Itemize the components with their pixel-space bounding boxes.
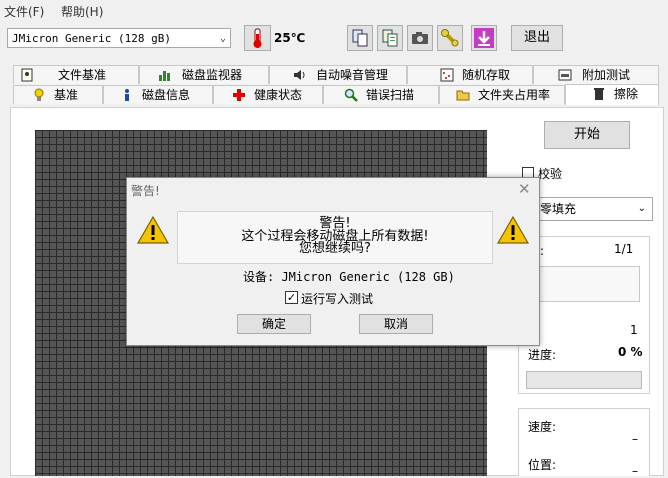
tab-disk-monitor[interactable]: 磁盘监视器 xyxy=(139,65,269,84)
temperature-readout: 25℃ xyxy=(274,31,306,45)
cancel-button[interactable]: 取消 xyxy=(359,314,433,334)
dialog-question: 您想继续吗? xyxy=(299,241,371,256)
chevron-down-icon: ⌄ xyxy=(219,33,226,44)
copy-icon xyxy=(352,29,368,47)
drive-select[interactable]: JMicron Generic (128 gB) ⌄ xyxy=(7,28,231,48)
chevron-down-icon: ⌄ xyxy=(637,203,646,214)
pass-slider[interactable] xyxy=(526,266,640,302)
write-test-label: 运行写入测试 xyxy=(301,292,374,306)
lightbulb-icon xyxy=(34,88,44,101)
ok-button[interactable]: 确定 xyxy=(237,314,311,334)
fill-mode-value: 零填充 xyxy=(540,202,577,216)
tab-label: 基准 xyxy=(54,88,79,102)
close-icon[interactable]: ✕ xyxy=(518,180,531,198)
start-button[interactable]: 开始 xyxy=(544,121,630,149)
download-icon xyxy=(474,28,494,48)
trash-icon xyxy=(594,88,604,100)
tab-erase[interactable]: 擦除 xyxy=(565,84,659,105)
file-benchmark-icon xyxy=(21,68,33,82)
tab-label: 自动噪音管理 xyxy=(316,68,389,82)
position-label: 位置: xyxy=(528,458,557,472)
write-test-checkbox[interactable]: ✓ xyxy=(285,291,298,304)
tab-benchmark[interactable]: 基准 xyxy=(13,85,103,104)
count-value: 1 xyxy=(630,323,638,337)
drive-select-value: JMicron Generic (128 gB) xyxy=(12,32,171,45)
tab-label: 文件基准 xyxy=(58,68,107,82)
exit-button[interactable]: 退出 xyxy=(511,25,563,51)
verify-label: 校验 xyxy=(538,167,563,181)
warning-icon xyxy=(136,215,170,244)
progress-bar xyxy=(526,371,642,389)
fill-mode-select[interactable]: 零填充 ⌄ xyxy=(525,197,653,221)
dialog-title: 警告! xyxy=(131,184,160,198)
tab-label: 文件夹占用率 xyxy=(478,88,551,102)
wrench-icon xyxy=(441,29,459,47)
tab-label: 附加测试 xyxy=(582,68,631,82)
tab-aam[interactable]: 自动噪音管理 xyxy=(269,65,407,84)
copy-info-button[interactable] xyxy=(377,25,403,51)
magnifier-icon xyxy=(344,88,358,102)
screenshot-button[interactable] xyxy=(407,25,433,51)
tab-extra-tests[interactable]: 附加测试 xyxy=(533,65,659,84)
copy-info-icon xyxy=(382,29,398,47)
tab-label: 磁盘信息 xyxy=(142,88,191,102)
warning-icon xyxy=(496,215,530,244)
checkmark-icon: ✓ xyxy=(286,291,297,304)
thermometer-icon xyxy=(253,28,262,48)
speaker-icon xyxy=(294,70,305,80)
pass-value: 1/1 xyxy=(614,242,634,256)
menu-bar: 文件(F) 帮助(H) xyxy=(0,0,668,22)
folder-icon xyxy=(456,90,470,101)
tab-label: 错误扫描 xyxy=(366,88,415,102)
menu-help[interactable]: 帮助(H) xyxy=(61,3,103,20)
speed-value: – xyxy=(632,432,638,446)
random-access-icon xyxy=(440,68,454,82)
bar-chart-icon xyxy=(159,71,170,81)
tab-folder-usage[interactable]: 文件夹占用率 xyxy=(439,85,565,104)
thermometer-button[interactable] xyxy=(244,25,271,51)
extra-tests-icon xyxy=(558,69,572,81)
progress-value: 0 % xyxy=(618,345,643,359)
info-icon xyxy=(125,89,129,101)
tab-label: 擦除 xyxy=(614,87,639,101)
tab-error-scan[interactable]: 错误扫描 xyxy=(323,85,439,104)
tab-label: 健康状态 xyxy=(254,88,303,102)
tab-file-benchmark[interactable]: 文件基准 xyxy=(13,65,139,84)
camera-icon xyxy=(412,32,428,44)
progress-label: 进度: xyxy=(528,348,557,362)
save-button[interactable] xyxy=(471,25,497,51)
tab-disk-info[interactable]: 磁盘信息 xyxy=(103,85,213,104)
tab-label: 随机存取 xyxy=(462,68,511,82)
device-line: 设备: JMicron Generic (128 GB) xyxy=(243,270,455,284)
tab-health[interactable]: 健康状态 xyxy=(213,85,323,104)
health-cross-icon xyxy=(233,89,245,101)
tab-label: 磁盘监视器 xyxy=(182,68,243,82)
options-button[interactable] xyxy=(437,25,463,51)
menu-file[interactable]: 文件(F) xyxy=(4,3,44,20)
speed-label: 速度: xyxy=(528,420,557,434)
copy-button[interactable] xyxy=(347,25,373,51)
tab-random-access[interactable]: 随机存取 xyxy=(407,65,533,84)
